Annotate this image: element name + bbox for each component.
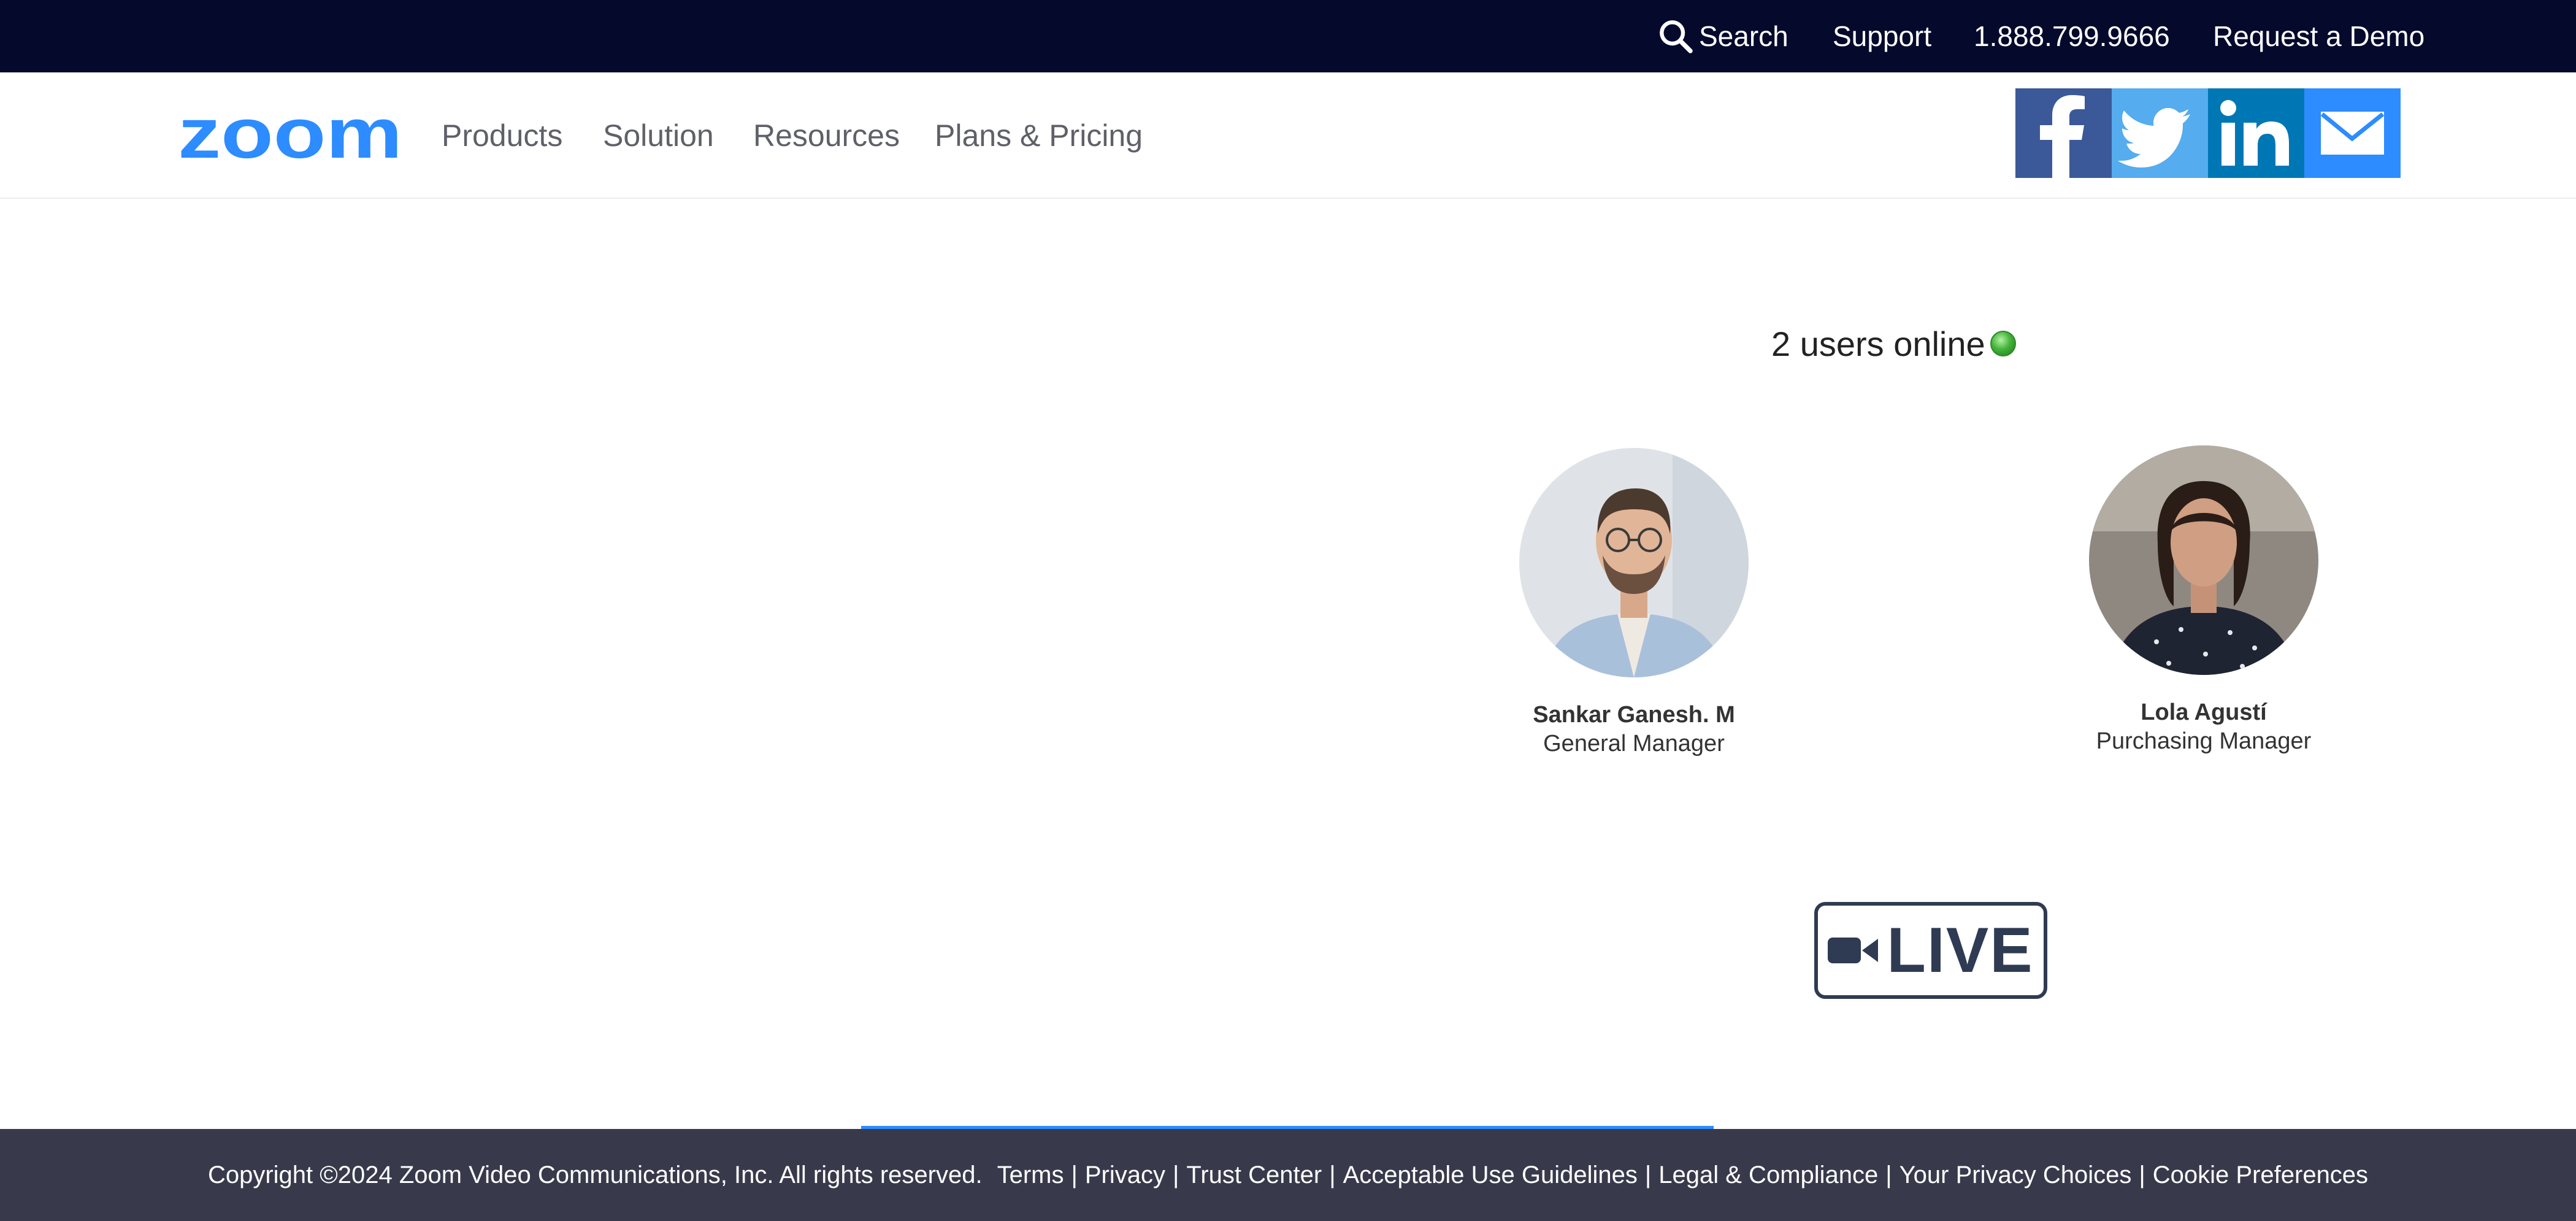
- zoom-logo-mark: zoom: [178, 106, 402, 165]
- nav-resources[interactable]: Resources: [753, 72, 900, 199]
- person-card[interactable]: Lola Agustí Purchasing Manager: [2075, 445, 2333, 755]
- footer-link-legal-compliance[interactable]: Legal & Compliance: [1658, 1161, 1878, 1189]
- nav-solution[interactable]: Solution: [603, 72, 714, 199]
- svg-text:zoom: zoom: [178, 106, 402, 165]
- linkedin-share-button[interactable]: [2208, 88, 2304, 178]
- online-users-indicator: 2 users online: [1771, 322, 2016, 365]
- person-role: Purchasing Manager: [2096, 728, 2312, 754]
- footer-copyright: Copyright ©2024 Zoom Video Communication…: [207, 1161, 983, 1188]
- person-name: Sankar Ganesh. M: [1533, 702, 1735, 728]
- main-navbar: zoom Products Solution Resources Plans &…: [0, 72, 2576, 199]
- person-card[interactable]: Sankar Ganesh. M General Manager: [1505, 448, 1763, 757]
- search-icon: [1660, 20, 1693, 53]
- search-label: Search: [1699, 20, 1788, 52]
- footer-link-privacy-choices[interactable]: Your Privacy Choices: [1899, 1161, 2132, 1189]
- online-users-text: 2 users online: [1771, 324, 1985, 363]
- linkedin-icon: [2220, 100, 2289, 166]
- video-camera-icon: [1828, 938, 1879, 963]
- avatar: [1519, 448, 1749, 677]
- footer: Copyright ©2024 Zoom Video Communication…: [0, 1129, 2576, 1221]
- email-share-button[interactable]: [2304, 88, 2401, 178]
- phone-link[interactable]: 1.888.799.9666: [1974, 0, 2170, 72]
- email-icon: [2320, 112, 2385, 155]
- facebook-icon: [2040, 95, 2085, 178]
- top-utility-bar: Search Support 1.888.799.9666 Request a …: [0, 0, 2576, 72]
- person-name: Lola Agustí: [2141, 699, 2267, 725]
- nav-plans-pricing[interactable]: Plans & Pricing: [935, 72, 1143, 199]
- live-badge[interactable]: LIVE: [1814, 902, 2047, 999]
- facebook-share-button[interactable]: [2015, 88, 2112, 178]
- footer-link-trust-center[interactable]: Trust Center: [1186, 1161, 1322, 1189]
- footer-link-privacy[interactable]: Privacy: [1085, 1161, 1165, 1189]
- request-demo-link[interactable]: Request a Demo: [2213, 0, 2425, 72]
- avatar: [2089, 445, 2318, 675]
- footer-link-cookie-preferences[interactable]: Cookie Preferences: [2153, 1161, 2368, 1189]
- search-link[interactable]: Search: [1656, 0, 1788, 72]
- online-status-dot-icon: [1990, 331, 2016, 356]
- zoom-logo[interactable]: zoom: [178, 106, 405, 165]
- twitter-icon: [2118, 108, 2190, 168]
- twitter-share-button[interactable]: [2112, 88, 2208, 178]
- live-label: LIVE: [1887, 914, 2034, 986]
- support-link[interactable]: Support: [1833, 0, 1931, 72]
- person-role: General Manager: [1543, 731, 1725, 757]
- nav-products[interactable]: Products: [442, 72, 562, 199]
- footer-link-acceptable-use[interactable]: Acceptable Use Guidelines: [1343, 1161, 1638, 1189]
- footer-link-terms[interactable]: Terms: [997, 1161, 1064, 1189]
